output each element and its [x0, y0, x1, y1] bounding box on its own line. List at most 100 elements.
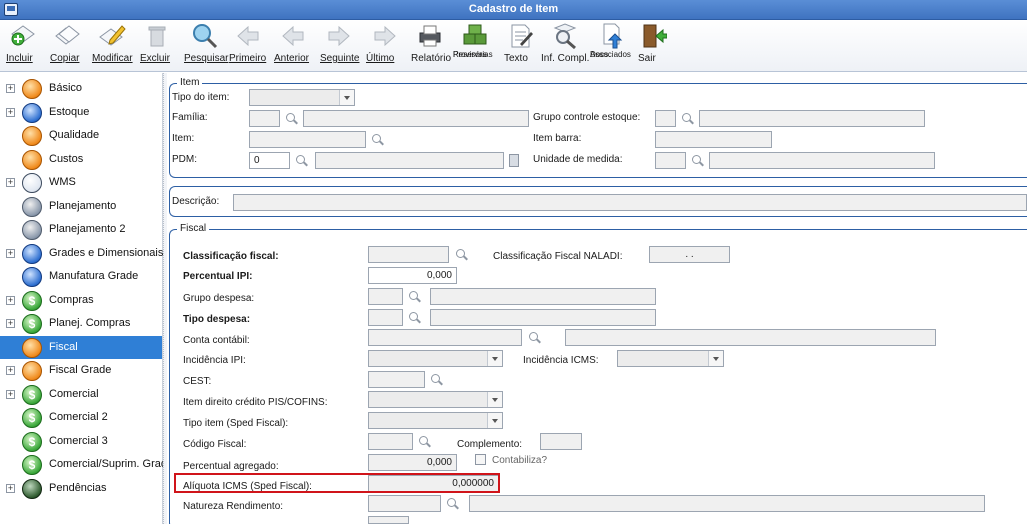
sidebar-item-planej-compras[interactable]: + $ Planej. Compras — [0, 312, 162, 335]
sidebar-item-fiscal[interactable]: Fiscal — [0, 336, 162, 359]
texto-button[interactable]: Texto — [504, 22, 536, 70]
expand-icon[interactable]: + — [6, 108, 15, 117]
grupo-controle-search-icon[interactable] — [682, 113, 694, 125]
unidade-medida-search-icon[interactable] — [692, 155, 704, 167]
seguinte-button[interactable]: Seguinte — [320, 22, 359, 70]
incidencia-ipi-select[interactable] — [368, 350, 503, 367]
natureza-rendimento-desc-field — [469, 495, 985, 512]
anterior-button[interactable]: Anterior — [274, 22, 312, 70]
partial-bottom-field[interactable] — [368, 516, 409, 524]
naladi-field[interactable]: . . — [649, 246, 730, 263]
fiscal-icon — [22, 338, 42, 358]
sidebar-item-custos[interactable]: Custos — [0, 148, 162, 171]
pendencias-icon — [22, 479, 42, 499]
classificacao-fiscal-search-icon[interactable] — [456, 249, 468, 261]
dollar-icon: $ — [22, 385, 42, 405]
sidebar-item-comercial-3[interactable]: $ Comercial 3 — [0, 430, 162, 453]
grupo-despesa-search-icon[interactable] — [409, 291, 421, 303]
sidebar-item-planejamento[interactable]: Planejamento — [0, 195, 162, 218]
window-title: Cadastro de Item — [468, 3, 559, 15]
sidebar-item-comercial-2[interactable]: $ Comercial 2 — [0, 406, 162, 429]
sair-button[interactable]: Sair — [638, 22, 668, 70]
pesquisar-button[interactable]: Pesquisar — [184, 22, 228, 70]
tipo-item-sped-select[interactable] — [368, 412, 503, 429]
ultimo-button[interactable]: Último — [366, 22, 404, 70]
sidebar-item-grades-dimensionais[interactable]: + Grades e Dimensionais — [0, 242, 163, 265]
expand-icon[interactable]: + — [6, 319, 15, 328]
qualidade-icon — [22, 126, 42, 146]
primeiro-button[interactable]: Primeiro — [229, 22, 267, 70]
incidencia-icms-label: Incidência ICMS: — [523, 355, 599, 366]
natureza-rendimento-code-field[interactable] — [368, 495, 441, 512]
expand-icon[interactable]: + — [6, 84, 15, 93]
sidebar-item-qualidade[interactable]: Qualidade — [0, 124, 162, 147]
expand-icon[interactable]: + — [6, 366, 15, 375]
expand-icon[interactable]: + — [6, 249, 15, 258]
sidebar-item-estoque[interactable]: + Estoque — [0, 101, 162, 124]
unidade-medida-desc-field — [709, 152, 935, 169]
descricao-field[interactable] — [233, 194, 1027, 211]
chevron-down-icon — [487, 392, 502, 407]
pdm-search-icon[interactable] — [296, 155, 308, 167]
complemento-field[interactable] — [540, 433, 582, 450]
conta-contabil-search-icon[interactable] — [529, 332, 541, 344]
cest-search-icon[interactable] — [431, 374, 443, 386]
sidebar-item-fiscal-grade[interactable]: + Fiscal Grade — [0, 359, 162, 382]
tipo-despesa-label: Tipo despesa: — [183, 314, 251, 325]
sidebar-item-compras[interactable]: + $ Compras — [0, 289, 162, 312]
inf-compl-button[interactable]: Inf. Compl. — [541, 22, 589, 70]
grupo-despesa-code-field[interactable] — [368, 288, 403, 305]
sidebar-item-basico[interactable]: + Básico — [0, 77, 162, 100]
natureza-rendimento-search-icon[interactable] — [447, 498, 459, 510]
item-field[interactable] — [249, 131, 366, 148]
familia-code-field[interactable] — [249, 110, 280, 127]
copiar-button[interactable]: Copiar — [50, 22, 84, 70]
manufatura-icon — [22, 267, 42, 287]
custos-icon — [22, 150, 42, 170]
expand-icon[interactable]: + — [6, 178, 15, 187]
conta-contabil-field[interactable] — [368, 329, 522, 346]
docs-associados-button[interactable]: Docs. Associados — [590, 22, 634, 70]
cest-field[interactable] — [368, 371, 425, 388]
previous-arrow-icon — [282, 25, 304, 47]
percentual-agregado-field[interactable]: 0,000 — [368, 454, 457, 471]
codigo-fiscal-search-icon[interactable] — [419, 436, 431, 448]
familia-search-icon[interactable] — [286, 113, 298, 125]
expand-icon[interactable]: + — [6, 296, 15, 305]
sidebar-item-pendencias[interactable]: + Pendências — [0, 477, 162, 500]
item-direito-credito-select[interactable] — [368, 391, 503, 408]
unidade-medida-code-field[interactable] — [655, 152, 686, 169]
item-barra-field[interactable] — [655, 131, 772, 148]
expand-icon[interactable]: + — [6, 484, 15, 493]
reservas-provisorias-button[interactable]: Reservas Provisórias — [453, 22, 497, 70]
sidebar-item-manufatura-grade[interactable]: Manufatura Grade — [0, 265, 162, 288]
incidencia-icms-select[interactable] — [617, 350, 724, 367]
pdm-field[interactable]: 0 — [249, 152, 290, 169]
incluir-button[interactable]: Incluir — [6, 22, 40, 70]
codigo-fiscal-field[interactable] — [368, 433, 413, 450]
tipo-despesa-search-icon[interactable] — [409, 312, 421, 324]
expand-icon[interactable]: + — [6, 390, 15, 399]
modificar-button[interactable]: Modificar — [92, 22, 133, 70]
relatorio-button[interactable]: Relatório — [411, 22, 451, 70]
percentual-ipi-field[interactable]: 0,000 — [368, 267, 457, 284]
planejamento-icon — [22, 197, 42, 217]
dollar-icon: $ — [22, 291, 42, 311]
sidebar-item-comercial[interactable]: + $ Comercial — [0, 383, 162, 406]
classificacao-fiscal-field[interactable] — [368, 246, 449, 263]
contabiliza-checkbox[interactable] — [475, 454, 486, 465]
pdm-document-icon[interactable] — [509, 154, 519, 167]
excluir-button[interactable]: Excluir — [140, 22, 174, 70]
sidebar-item-planejamento-2[interactable]: Planejamento 2 — [0, 218, 162, 241]
item-barra-label: Item barra: — [533, 133, 582, 144]
printer-icon — [419, 25, 441, 47]
sidebar-item-comercial-suprim-grade[interactable]: $ Comercial/Suprim. Grade — [0, 453, 163, 476]
grupo-controle-estoque-field[interactable] — [655, 110, 676, 127]
item-label: Item: — [172, 133, 195, 144]
item-search-icon[interactable] — [372, 134, 384, 146]
tipo-do-item-select[interactable] — [249, 89, 355, 106]
last-arrow-icon — [374, 25, 396, 47]
sidebar-item-wms[interactable]: + WMS — [0, 171, 162, 194]
conta-contabil-desc-field — [565, 329, 936, 346]
tipo-despesa-code-field[interactable] — [368, 309, 403, 326]
